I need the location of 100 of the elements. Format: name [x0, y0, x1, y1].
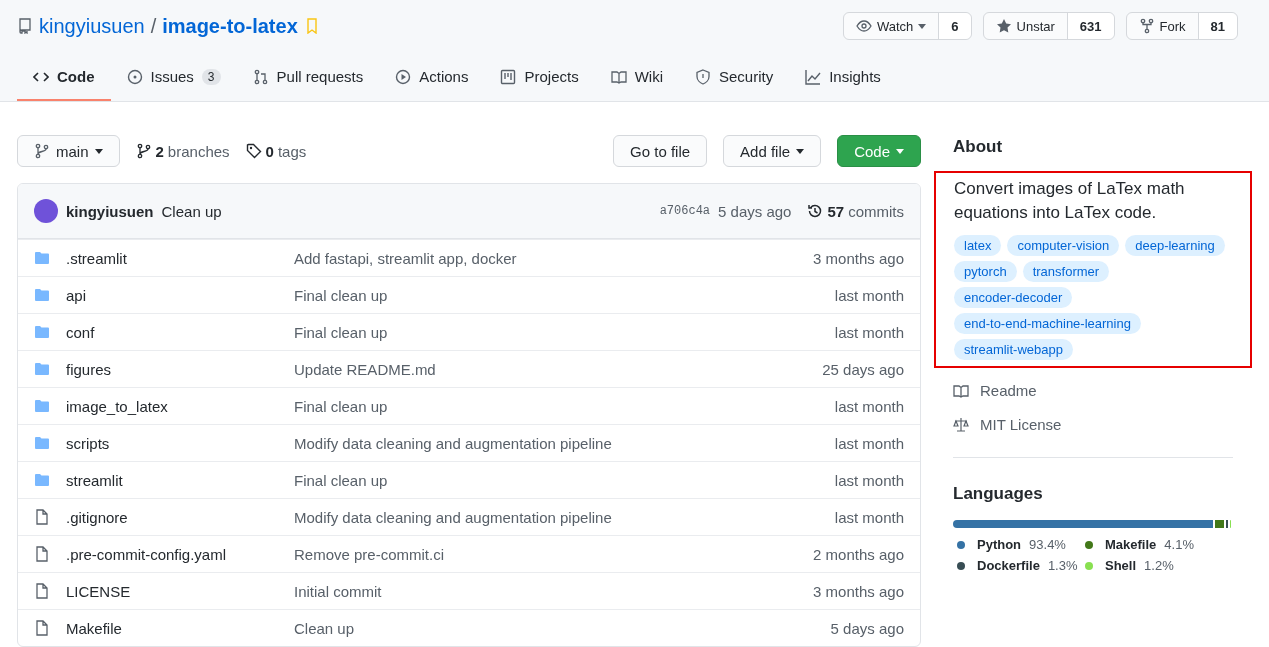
commit-time: 5 days ago [830, 619, 904, 637]
path-separator: / [150, 14, 157, 38]
folder-icon [34, 398, 50, 414]
language-item[interactable]: Shell 1.2% [1081, 558, 1225, 573]
shield-icon [695, 68, 711, 85]
commit-message-link[interactable]: Initial commit [294, 582, 814, 600]
eye-icon [855, 18, 872, 34]
file-name-link[interactable]: .gitignore [34, 508, 294, 526]
topic-tag[interactable]: end-to-end-machine-learning [954, 313, 1141, 334]
commit-message-link[interactable]: Remove pre-commit.ci [294, 545, 814, 563]
go-to-file-button[interactable]: Go to file [613, 135, 708, 167]
file-name-link[interactable]: conf [34, 323, 294, 341]
repo-icon [17, 18, 33, 34]
commit-sha[interactable]: a706c4a [659, 204, 711, 218]
file-name-link[interactable]: LICENSE [34, 582, 294, 600]
caret-icon [94, 148, 103, 154]
count-badge: 3 [201, 68, 221, 85]
folder-icon [34, 250, 50, 266]
sidebar-link[interactable]: MIT License [953, 416, 1233, 433]
topic-tag[interactable]: latex [954, 235, 1002, 256]
branches-link[interactable]: 2 branches [135, 142, 230, 160]
file-name-link[interactable]: Makefile [34, 619, 294, 637]
topic-tag[interactable]: pytorch [954, 261, 1017, 282]
nav-tab[interactable]: Insights [789, 54, 897, 101]
file-name-link[interactable]: figures [34, 360, 294, 378]
graph-icon [805, 68, 822, 85]
repo-name-link[interactable]: image-to-latex [162, 14, 298, 38]
commit-message-link[interactable]: Final clean up [294, 471, 835, 489]
file-name-link[interactable]: scripts [34, 434, 294, 452]
nav-tab[interactable]: Wiki [594, 54, 679, 101]
file-icon [34, 509, 50, 525]
commit-time: 25 days ago [822, 360, 904, 378]
nav-tab[interactable]: Actions [379, 54, 485, 101]
star-count[interactable]: 631 [1067, 13, 1114, 39]
nav-tab[interactable]: Security [679, 54, 790, 101]
book-icon [610, 68, 627, 85]
language-item[interactable]: Python 93.4% [953, 537, 1081, 552]
nav-tab[interactable]: Code [17, 54, 111, 101]
commits-link[interactable]: 57 commits [807, 202, 904, 220]
circle-dot-icon [126, 68, 143, 85]
scale-icon [953, 416, 969, 433]
topic-tag[interactable]: computer-vision [1007, 235, 1120, 256]
folder-icon [34, 435, 50, 451]
branch-icon [34, 143, 50, 159]
commit-author[interactable]: kingyiusuen [66, 202, 154, 220]
commit-message-link[interactable]: Final clean up [294, 323, 835, 341]
commit-time: 2 months ago [813, 545, 904, 563]
topic-tag[interactable]: streamlit-webapp [954, 339, 1073, 360]
book-icon [953, 382, 969, 399]
topic-tag[interactable]: transformer [1022, 261, 1110, 282]
tags-link[interactable]: 0 tags [245, 142, 307, 160]
commit-time: last month [834, 434, 904, 452]
folder-icon [34, 361, 50, 377]
commit-message-link[interactable]: Update README.md [294, 360, 823, 378]
commit-time: last month [834, 471, 904, 489]
topic-tag[interactable]: deep-learning [1125, 235, 1225, 256]
commit-message-link[interactable]: Final clean up [294, 286, 835, 304]
commit-message-link[interactable]: Add fastapi, streamlit app, docker [294, 249, 814, 267]
file-name-link[interactable]: .streamlit [34, 249, 294, 267]
repo-description: Convert images of LaTex math equations into LaTex code. [954, 178, 1186, 224]
avatar [34, 199, 58, 223]
star-icon [995, 18, 1012, 34]
sidebar-link[interactable]: Readme [953, 382, 1233, 399]
watch-count[interactable]: 6 [939, 13, 971, 39]
topic-tag[interactable]: encoder-decoder [954, 287, 1073, 308]
add-file-button[interactable]: Add file [723, 135, 822, 167]
caret-icon [796, 148, 805, 154]
folder-icon [34, 324, 50, 340]
commit-message[interactable]: Clean up [161, 202, 222, 220]
commit-message-link[interactable]: Modify data cleaning and augmentation pipeline [294, 508, 835, 526]
nav-tab[interactable]: Issues 3 [110, 54, 237, 101]
branch-icon [135, 143, 152, 159]
language-item[interactable]: Makefile 4.1% [1081, 537, 1225, 552]
commit-message-link[interactable]: Clean up [294, 619, 831, 637]
fork-count[interactable]: 81 [1198, 13, 1237, 39]
caret-icon [896, 148, 904, 154]
file-icon [34, 620, 50, 636]
folder-icon [34, 472, 50, 488]
file-icon [34, 583, 50, 599]
fork-button[interactable]: Fork [1126, 13, 1199, 39]
fork-icon [1138, 18, 1155, 34]
file-name-link[interactable]: image_to_latex [34, 397, 294, 415]
nav-tab[interactable]: Pull requests [236, 54, 380, 101]
history-icon [807, 203, 824, 219]
nav-tab[interactable]: Projects [484, 54, 595, 101]
file-name-link[interactable]: .pre-commit-config.yaml [34, 545, 294, 563]
about-heading: About [953, 137, 1004, 157]
star-button[interactable]: Unstar [983, 13, 1068, 39]
commit-time: 5 days ago [718, 202, 792, 220]
file-name-link[interactable]: api [34, 286, 294, 304]
language-item[interactable]: Dockerfile 1.3% [953, 558, 1081, 573]
file-icon [34, 546, 50, 562]
commit-message-link[interactable]: Final clean up [294, 397, 835, 415]
commit-message-link[interactable]: Modify data cleaning and augmentation pipeline [294, 434, 835, 452]
owner-link[interactable]: kingyiusuen [39, 14, 145, 38]
caret-icon [918, 23, 927, 29]
commit-time: last month [834, 286, 904, 304]
branch-select[interactable]: main [17, 135, 120, 167]
folder-icon [34, 287, 50, 303]
file-name-link[interactable]: streamlit [34, 471, 294, 489]
